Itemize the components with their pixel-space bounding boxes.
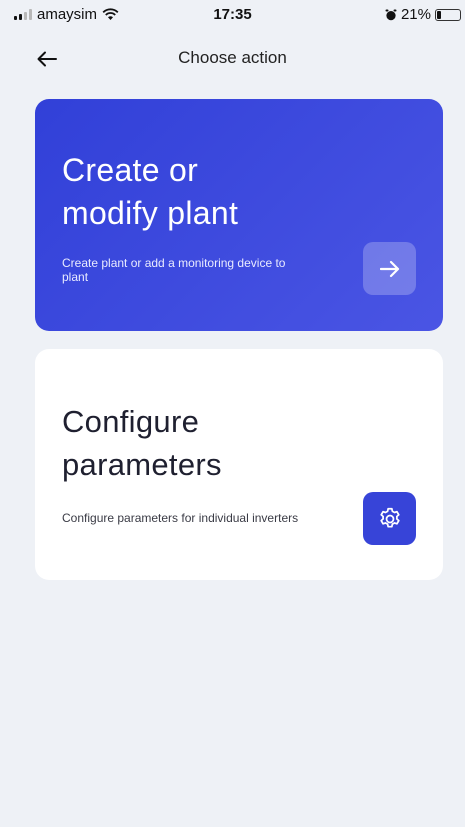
- page-title: Choose action: [178, 48, 287, 67]
- battery-percent: 21%: [400, 6, 431, 23]
- card-title-line1: Configure: [62, 404, 200, 439]
- gear-icon: [379, 507, 400, 528]
- arrow-right-icon: [379, 260, 399, 277]
- create-plant-button[interactable]: [363, 242, 416, 295]
- configure-parameters-button[interactable]: [363, 492, 416, 545]
- card-description: Configure parameters for individual inve…: [62, 511, 299, 525]
- card-title-line2: modify plant: [62, 195, 239, 231]
- card-description: Create plant or add a monitoring device …: [62, 256, 286, 284]
- nav-bar: Choose action: [0, 40, 465, 76]
- alarm-icon: [385, 9, 397, 20]
- battery-fill: [437, 10, 441, 19]
- card-title: Create or modify plant: [62, 149, 238, 235]
- card-title: Configure parameters: [62, 400, 222, 486]
- card-title-line2: parameters: [62, 447, 222, 482]
- status-bar: amaysim 17:35 21%: [0, 0, 465, 30]
- status-right: 21%: [385, 6, 461, 23]
- battery-icon: [435, 8, 461, 21]
- card-title-line1: Create or: [62, 152, 199, 188]
- create-modify-plant-card[interactable]: Create or modify plant Create plant or a…: [35, 99, 443, 331]
- configure-parameters-card[interactable]: Configure parameters Configure parameter…: [35, 349, 443, 580]
